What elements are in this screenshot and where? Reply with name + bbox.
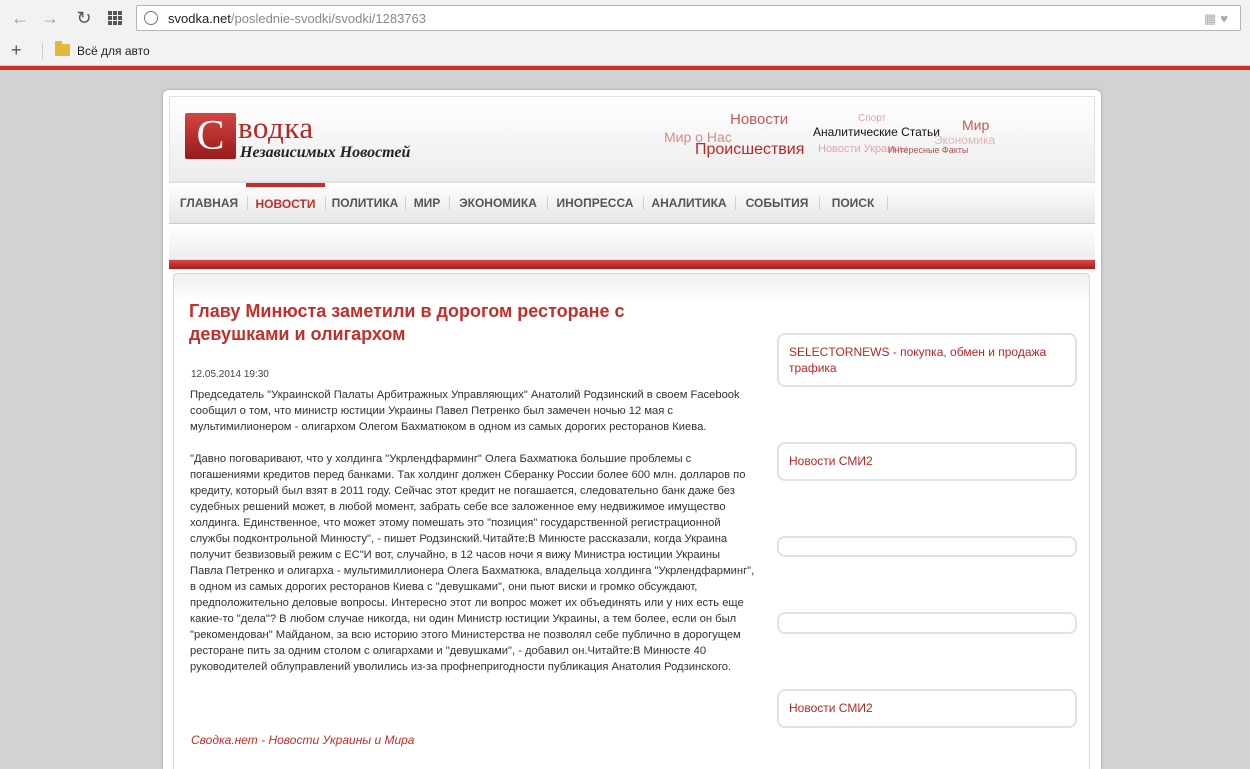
menu-divider	[887, 196, 888, 210]
url-host: svodka.net	[168, 11, 231, 26]
menu-item-analytics[interactable]: АНАЛИТИКА	[645, 183, 733, 224]
menu-item-events[interactable]: СОБЫТИЯ	[737, 183, 817, 224]
heart-icon[interactable]: ♥	[1220, 11, 1232, 26]
menu-item-search[interactable]: ПОИСК	[821, 183, 885, 224]
logo-title[interactable]: водка	[238, 110, 314, 146]
article-paragraph: "Давно поговаривают, что у холдинга "Укр…	[190, 453, 755, 673]
source-link[interactable]: Сводка.нет - Новости Украины и Мира	[191, 733, 414, 747]
page-container: С водка Независимых Новостей Новости Спо…	[163, 90, 1101, 769]
menu-divider	[449, 196, 450, 210]
menu-divider	[325, 196, 326, 210]
logo-subtitle: Независимых Новостей	[240, 144, 411, 161]
apps-icon[interactable]	[108, 11, 122, 25]
menu-divider	[735, 196, 736, 210]
tag-cloud-link[interactable]: Спорт	[858, 113, 886, 124]
widget-link-smi2[interactable]: Новости СМИ2	[789, 700, 1069, 716]
menu-item-politics[interactable]: ПОЛИТИКА	[327, 183, 403, 224]
menu-item-inopressa[interactable]: ИНОПРЕССА	[549, 183, 641, 224]
sidebar-widget: Новости СМИ2	[777, 442, 1077, 481]
menu-item-news[interactable]: НОВОСТИ	[246, 183, 325, 224]
bookmarks-bar: + Всё для авто	[0, 36, 1250, 65]
add-bookmark-icon[interactable]: +	[11, 40, 22, 61]
article-title: Главу Минюста заметили в дорогом рестора…	[189, 301, 625, 344]
site-header: С водка Независимых Новостей Новости Спо…	[169, 96, 1095, 182]
bookmark-folder-label[interactable]: Всё для авто	[77, 44, 150, 58]
sidebar-widget-empty	[777, 536, 1077, 557]
page-globe-icon	[144, 11, 158, 25]
sidebar-widget-empty	[777, 612, 1077, 634]
logo-letter[interactable]: С	[185, 113, 236, 159]
menu-item-world[interactable]: МИР	[407, 183, 447, 224]
sub-bar	[169, 224, 1095, 260]
menu-divider	[819, 196, 820, 210]
browser-chrome: ← → ↻ svodka.net/poslednie-svodki/svodki…	[0, 0, 1250, 66]
tag-cloud-link[interactable]: Мир	[962, 117, 989, 133]
top-accent-strip	[0, 66, 1250, 70]
article-body: Председатель "Украинской Палаты Арбитраж…	[190, 387, 755, 675]
extensions-icon[interactable]: ▦	[1204, 11, 1220, 26]
red-band	[169, 260, 1095, 269]
widget-link-selectornews[interactable]: SELECTORNEWS - покупка, обмен и продажа …	[789, 344, 1069, 376]
forward-icon[interactable]: →	[40, 8, 60, 28]
sidebar-widget: SELECTORNEWS - покупка, обмен и продажа …	[777, 333, 1077, 387]
address-url: svodka.net/poslednie-svodki/svodki/12837…	[168, 11, 426, 26]
article-paragraph: Председатель "Украинской Палаты Арбитраж…	[190, 389, 740, 433]
back-icon[interactable]: ←	[10, 8, 30, 28]
menu-divider	[643, 196, 644, 210]
menu-item-economy[interactable]: ЭКОНОМИКА	[451, 183, 545, 224]
url-path: /poslednie-svodki/svodki/1283763	[230, 11, 427, 26]
reload-icon[interactable]: ↻	[74, 8, 94, 28]
bookmarks-divider	[42, 43, 43, 59]
address-bar-actions: ▦♥	[1204, 11, 1232, 27]
browser-toolbar: ← → ↻ svodka.net/poslednie-svodki/svodki…	[0, 0, 1250, 36]
tag-cloud-link[interactable]: Новости	[730, 111, 788, 128]
menu-item-home[interactable]: ГЛАВНАЯ	[173, 183, 245, 224]
address-bar[interactable]: svodka.net/poslednie-svodki/svodki/12837…	[136, 5, 1241, 31]
widget-link-smi2[interactable]: Новости СМИ2	[789, 453, 1069, 469]
menu-divider	[547, 196, 548, 210]
tag-cloud-link[interactable]: Происшествия	[695, 141, 804, 159]
tag-cloud-link[interactable]: Аналитические Статьи	[813, 125, 940, 139]
main-menu: ГЛАВНАЯ НОВОСТИ ПОЛИТИКА МИР ЭКОНОМИКА И…	[169, 182, 1095, 224]
article-date: 12.05.2014 19:30	[191, 369, 269, 380]
menu-divider	[405, 196, 406, 210]
folder-icon	[55, 41, 70, 56]
sidebar-widget: Новости СМИ2	[777, 689, 1077, 728]
tag-cloud-link[interactable]: Интересные Факты	[888, 145, 968, 155]
